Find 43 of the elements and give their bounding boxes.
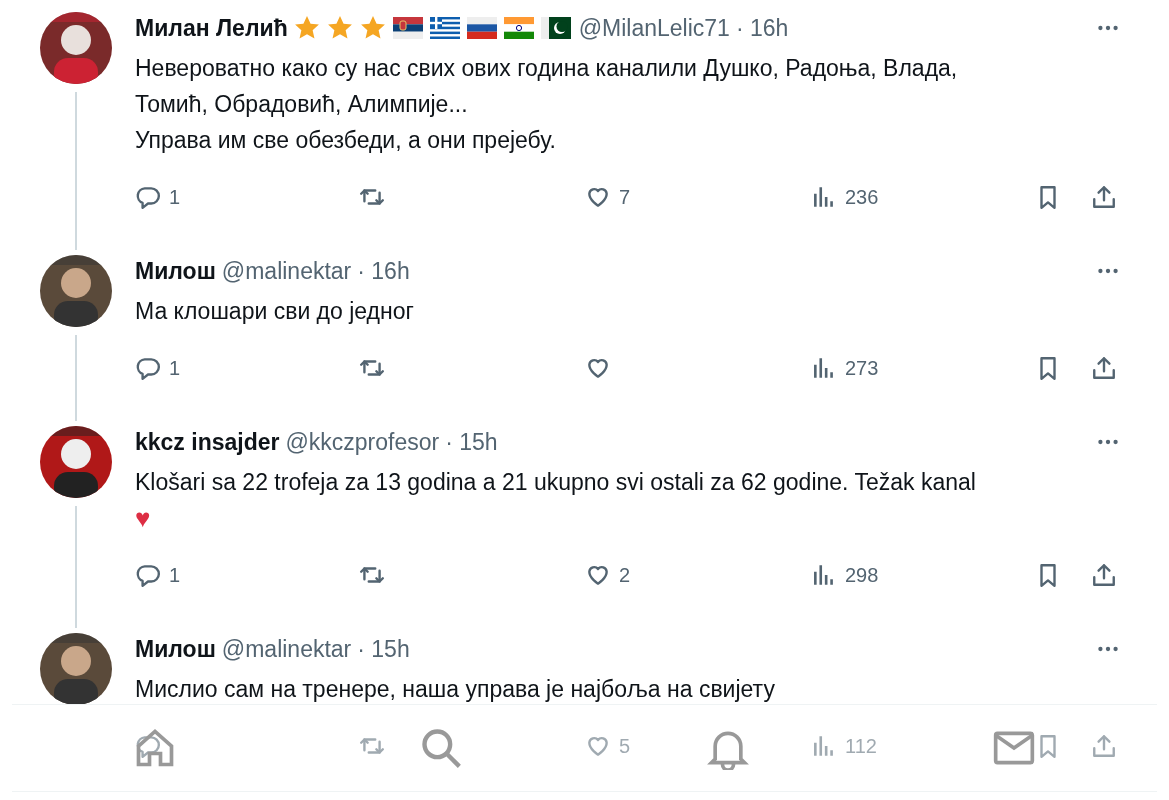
flag-icon [429, 17, 460, 39]
display-name[interactable]: Милош [135, 257, 216, 285]
views-count: 112 [845, 734, 877, 758]
like-count: 2 [619, 563, 631, 587]
timestamp[interactable]: · 16h [357, 257, 410, 285]
like-count: 7 [619, 185, 631, 209]
share-icon[interactable] [1091, 184, 1117, 210]
user-handle[interactable]: @kkczprofesor [285, 428, 440, 456]
share-icon[interactable] [1091, 355, 1117, 381]
speech-bubble-icon[interactable] [135, 733, 161, 759]
flag-icon [466, 17, 497, 39]
timestamp[interactable]: · 15h [357, 635, 410, 663]
speech-bubble-icon[interactable] [135, 562, 161, 588]
reply-count: 1 [169, 185, 181, 209]
flag-icon [392, 17, 423, 39]
star-icon [293, 15, 320, 41]
views-count: 236 [845, 185, 879, 209]
speech-bubble-icon[interactable] [135, 355, 161, 381]
views-count: 298 [845, 563, 879, 587]
speech-bubble-icon[interactable] [135, 184, 161, 210]
tweet-text: Невероватно како су нас свих ових година каналили Душко, Радоња, Влада, Томић, Обрадовић, Алимпије... Управа им све обезбеди, а они прејебу. [135, 54, 959, 155]
tweet-text: Ма клошари сви до једног [135, 297, 415, 326]
search-icon[interactable] [419, 726, 464, 770]
display-name[interactable]: kkcz insajder [135, 428, 280, 456]
tweet-text: Klošari sa 22 trofeja za 13 godina a 21 ukupno svi ostali za 62 godine. Težak kanal [135, 468, 977, 497]
flag-icon [540, 17, 571, 39]
timestamp[interactable]: · 15h [445, 428, 498, 456]
user-handle[interactable]: @malinektar [221, 635, 352, 663]
views-count: 273 [845, 356, 879, 380]
star-icon [359, 15, 386, 41]
like-count: 5 [619, 734, 631, 758]
flag-icon [503, 17, 534, 39]
display-name[interactable]: Милан Лелић [135, 14, 288, 42]
reply-count: 1 [169, 356, 181, 380]
tweet-text: Мислио сам на тренере, наша управа је најбоља на свијету [135, 675, 776, 704]
star-icon [326, 15, 353, 41]
user-handle[interactable]: @malinektar [221, 257, 352, 285]
timestamp[interactable]: · 16h [735, 14, 789, 42]
share-icon[interactable] [1091, 562, 1117, 588]
reply-count: 1 [169, 563, 181, 587]
display-name[interactable]: Милош [135, 635, 216, 663]
user-handle[interactable]: @MilanLelic71 [578, 14, 730, 42]
heart-emoji: ♥ [135, 502, 151, 535]
